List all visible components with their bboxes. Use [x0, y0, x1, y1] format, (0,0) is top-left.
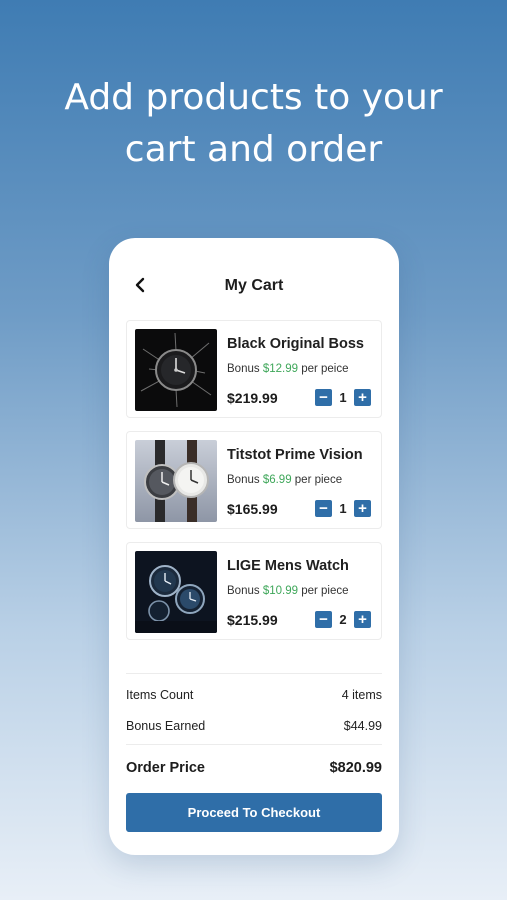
cart-item: Black Original Boss Bonus $12.99 per pei…	[126, 320, 382, 418]
bonus-earned-row: Bonus Earned $44.99	[126, 719, 382, 733]
increase-quantity-button[interactable]: +	[354, 611, 371, 628]
quantity-value: 1	[339, 501, 347, 516]
product-image	[135, 551, 217, 633]
product-bonus: Bonus $12.99 per peice	[227, 363, 349, 375]
product-name[interactable]: Titstot Prime Vision	[227, 447, 363, 463]
product-price: $219.99	[227, 390, 278, 406]
total-divider	[126, 744, 382, 745]
bonus-earned-value: $44.99	[343, 719, 382, 733]
product-bonus: Bonus $6.99 per piece	[227, 474, 343, 486]
increase-quantity-button[interactable]: +	[354, 389, 371, 406]
quantity-stepper: − 1 +	[315, 389, 371, 406]
order-price-value: $820.99	[329, 760, 382, 776]
quantity-value: 2	[339, 612, 347, 627]
product-price: $165.99	[227, 501, 278, 517]
bonus-amount: $10.99	[262, 585, 298, 597]
product-price: $215.99	[227, 612, 278, 628]
product-image	[135, 329, 217, 411]
page-title: My Cart	[224, 277, 284, 294]
order-price-row: Order Price $820.99	[126, 760, 382, 776]
product-bonus: Bonus $10.99 per piece	[227, 585, 349, 597]
items-count-label: Items Count	[126, 688, 194, 702]
order-price-label: Order Price	[126, 760, 205, 776]
quantity-stepper: − 2 +	[315, 611, 371, 628]
headline: Add products to your cart and order	[0, 72, 507, 176]
bonus-amount: $12.99	[262, 363, 298, 375]
items-count-row: Items Count 4 items	[126, 688, 382, 702]
product-name[interactable]: LIGE Mens Watch	[227, 558, 349, 574]
quantity-value: 1	[339, 390, 347, 405]
summary-divider	[126, 673, 382, 674]
headline-line-2: cart and order	[124, 129, 383, 170]
decrease-quantity-button[interactable]: −	[315, 500, 332, 517]
proceed-to-checkout-button[interactable]: Proceed To Checkout	[126, 793, 382, 832]
increase-quantity-button[interactable]: +	[354, 500, 371, 517]
product-name[interactable]: Black Original Boss	[227, 336, 364, 352]
quantity-stepper: − 1 +	[315, 500, 371, 517]
product-image	[135, 440, 217, 522]
cart-item: LIGE Mens Watch Bonus $10.99 per piece $…	[126, 542, 382, 640]
bonus-earned-label: Bonus Earned	[126, 719, 206, 733]
items-count-value: 4 items	[341, 688, 382, 702]
decrease-quantity-button[interactable]: −	[315, 389, 332, 406]
cart-item: Titstot Prime Vision Bonus $6.99 per pie…	[126, 431, 382, 529]
headline-line-1: Add products to your	[64, 77, 443, 118]
phone-screen: My Cart Black Original Boss Bonus $12.99…	[109, 238, 399, 855]
decrease-quantity-button[interactable]: −	[315, 611, 332, 628]
bonus-amount: $6.99	[262, 474, 292, 486]
